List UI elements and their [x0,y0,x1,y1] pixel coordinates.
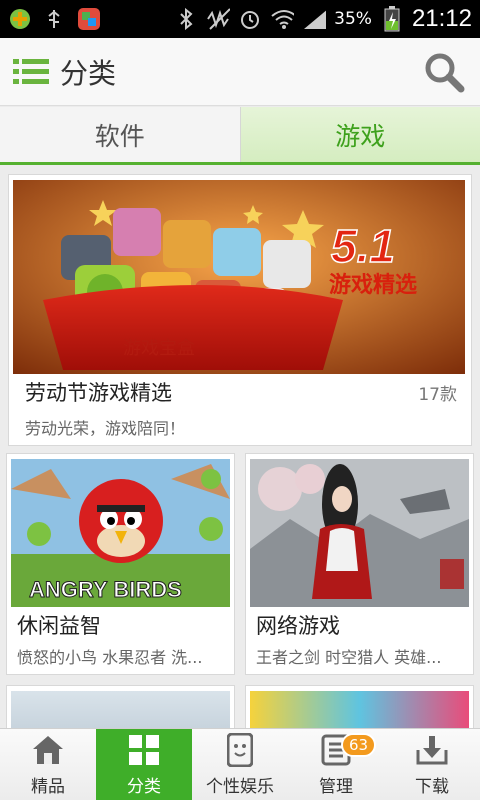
category-subtitle: 愤怒的小鸟 水果忍者 洗... [17,648,203,667]
usb-icon [42,7,66,31]
phone-icon [222,732,258,768]
title-bar: 分类 [0,38,480,106]
home-icon [30,732,66,768]
menu-icon[interactable] [12,53,50,91]
battery-charging-icon [380,6,404,32]
signal-icon [302,7,327,31]
nav-label: 分类 [127,777,161,797]
content-area: 游戏宝盒 5.1 游戏精选 劳动节游戏精选 17款 劳动光荣，游戏陪同！ ANG… [0,168,480,728]
bluetooth-icon [174,7,198,31]
svg-text:游戏宝盒: 游戏宝盒 [123,338,195,359]
category-title: 休闲益智 [17,614,101,638]
category-thumbnail [250,691,469,728]
download-icon [414,732,450,768]
battery-percent: 35% [334,9,372,29]
category-card-partial[interactable] [6,685,235,728]
mute-icon [206,7,231,31]
category-card-partial[interactable] [245,685,474,728]
category-title: 网络游戏 [256,614,340,638]
featured-title: 劳动节游戏精选 [25,381,172,405]
tab-software[interactable]: 软件 [0,107,241,162]
svg-text:游戏精选: 游戏精选 [329,272,417,298]
game-notification-icon [8,7,32,31]
app-notification-icon [76,7,100,31]
wifi-icon [270,7,295,31]
category-thumbnail [250,459,469,607]
page-title: 分类 [60,56,117,90]
nav-label: 精品 [31,777,65,797]
nav-label: 个性娱乐 [206,777,274,797]
featured-card[interactable]: 游戏宝盒 5.1 游戏精选 劳动节游戏精选 17款 劳动光荣，游戏陪同！ [8,174,472,446]
category-tabs: 软件 游戏 [0,107,480,165]
search-icon[interactable] [420,48,468,96]
update-count-badge: 63 [341,733,377,757]
tab-games[interactable]: 游戏 [240,107,480,162]
svg-text:5.1: 5.1 [331,220,395,272]
category-card-online[interactable]: 网络游戏 王者之剑 时空猎人 英雄... [245,453,474,675]
category-card-casual[interactable]: ANGRY BIRDS 休闲益智 愤怒的小鸟 水果忍者 洗... [6,453,235,675]
featured-count: 17款 [418,385,457,405]
nav-manage[interactable]: 63 管理 [288,729,384,800]
nav-featured[interactable]: 精品 [0,729,96,800]
category-thumbnail [11,691,230,728]
status-bar: 35% 21:12 [0,0,480,38]
category-subtitle: 王者之剑 时空猎人 英雄... [256,648,442,667]
category-thumbnail: ANGRY BIRDS [11,459,230,607]
grid-icon [126,732,162,768]
bottom-navigation: 精品 分类 个性娱乐 63 管理 下载 [0,728,480,800]
featured-subtitle: 劳动光荣，游戏陪同！ [25,419,186,438]
svg-text:ANGRY BIRDS: ANGRY BIRDS [29,577,182,602]
nav-download[interactable]: 下载 [384,729,480,800]
nav-entertainment[interactable]: 个性娱乐 [192,729,288,800]
nav-label: 下载 [415,777,449,797]
alarm-icon [238,7,262,31]
nav-category[interactable]: 分类 [96,729,192,800]
featured-banner: 游戏宝盒 5.1 游戏精选 [13,180,465,374]
clock: 21:12 [411,5,472,32]
nav-label: 管理 [319,777,353,797]
